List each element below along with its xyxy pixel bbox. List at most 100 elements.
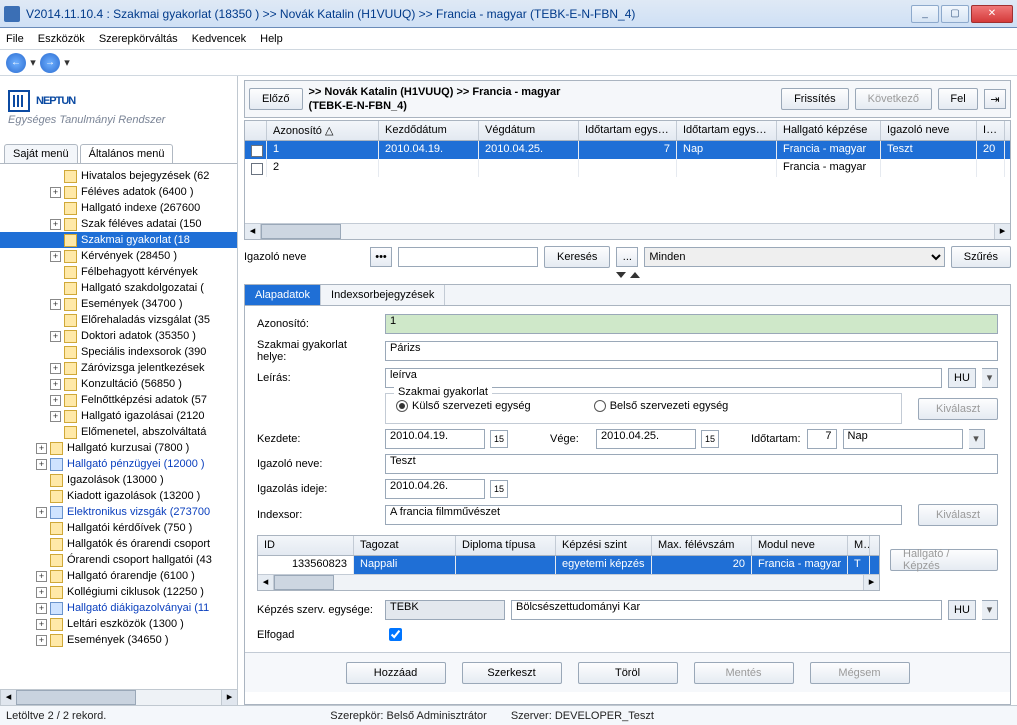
tree-item[interactable]: +Kollégiumi ciklusok (12250 )	[0, 584, 237, 600]
refresh-button[interactable]: Frissítés	[781, 88, 849, 110]
subgrid-scroll-right-icon[interactable]: ▸	[863, 575, 879, 590]
column-header[interactable]: Azonosító △	[267, 121, 379, 140]
radio-kulso[interactable]: Külső szervezeti egység	[396, 400, 531, 412]
field-idotartam[interactable]: 7	[807, 429, 837, 449]
lang-dropdown[interactable]: ▾	[982, 368, 998, 388]
scroll-left-icon[interactable]: ◂	[0, 690, 16, 705]
column-header[interactable]: Diploma típusa	[456, 536, 556, 555]
menu-roleswitch[interactable]: Szerepkörváltás	[99, 33, 178, 45]
nav-back-button[interactable]: ←	[6, 53, 26, 73]
search-more-button[interactable]: ...	[616, 247, 638, 267]
tree-item[interactable]: +Konzultáció (56850 )	[0, 376, 237, 392]
hallgato-kepzes-button[interactable]: Hallgató / Képzés	[890, 549, 998, 571]
field-vege[interactable]: 2010.04.25.	[596, 429, 696, 449]
kivalaszt-button-1[interactable]: Kiválaszt	[918, 398, 998, 420]
search-input[interactable]	[398, 247, 538, 267]
field-idotartam-unit[interactable]: Nap	[843, 429, 963, 449]
column-header[interactable]: ID	[258, 536, 354, 555]
tree-item[interactable]: +Szak féléves adatai (150	[0, 216, 237, 232]
column-header[interactable]: Időtartam egység ...	[579, 121, 677, 140]
table-row[interactable]: 2Francia - magyar	[245, 159, 1010, 177]
cancel-button[interactable]: Mégsem	[810, 662, 910, 684]
tree-item[interactable]: +Események (34700 )	[0, 296, 237, 312]
tree-item[interactable]: Kiadott igazolások (13200 )	[0, 488, 237, 504]
column-header[interactable]: Max. félévszám	[652, 536, 752, 555]
close-button[interactable]: ✕	[971, 5, 1013, 23]
tree-item[interactable]: Hallgatói kérdőívek (750 )	[0, 520, 237, 536]
tree-item[interactable]: Előrehaladás vizsgálat (35	[0, 312, 237, 328]
tree-item[interactable]: +Záróvizsga jelentkezések	[0, 360, 237, 376]
tree-item[interactable]: +Hallgató diákigazolványai (11	[0, 600, 237, 616]
next-button[interactable]: Következő	[855, 88, 932, 110]
tab-alapadatok[interactable]: Alapadatok	[245, 285, 321, 305]
filter-button[interactable]: Szűrés	[951, 246, 1011, 268]
field-igazolasideje[interactable]: 2010.04.26.	[385, 479, 485, 499]
search-button[interactable]: Keresés	[544, 246, 610, 268]
column-header[interactable]	[245, 121, 267, 140]
date-icon-vege[interactable]: 15	[701, 430, 719, 448]
records-grid[interactable]: Azonosító △KezdődátumVégdátumIdőtartam e…	[244, 120, 1011, 240]
tree-item[interactable]: +Hallgató órarendje (6100 )	[0, 568, 237, 584]
idotartam-unit-dropdown[interactable]: ▾	[969, 429, 985, 449]
column-header[interactable]: Kezdődátum	[379, 121, 479, 140]
radio-belso[interactable]: Belső szervezeti egység	[594, 400, 729, 412]
nav-forward-dropdown[interactable]: ▾	[62, 56, 72, 69]
column-header[interactable]: Iga	[977, 121, 1005, 140]
scroll-right-icon[interactable]: ▸	[221, 690, 237, 705]
column-header[interactable]: Hallgató képzése	[777, 121, 881, 140]
lang-dropdown-2[interactable]: ▾	[982, 600, 998, 620]
field-hely[interactable]: Párizs	[385, 341, 998, 361]
tree-item[interactable]: Órarendi csoport hallgatói (43	[0, 552, 237, 568]
pin-button[interactable]: ⇥	[984, 89, 1006, 109]
tab-general-menu[interactable]: Általános menü	[80, 144, 174, 163]
tree-item[interactable]: Hallgató szakdolgozatai (	[0, 280, 237, 296]
menu-tools[interactable]: Eszközök	[38, 33, 85, 45]
tree-item[interactable]: +Elektronikus vizsgák (273700	[0, 504, 237, 520]
tree-item[interactable]: +Leltári eszközök (1300 )	[0, 616, 237, 632]
column-header[interactable]: Végdátum	[479, 121, 579, 140]
tree-item[interactable]: Hivatalos bejegyzések (62	[0, 168, 237, 184]
tree-item[interactable]: +Doktori adatok (35350 )	[0, 328, 237, 344]
nav-forward-button[interactable]: →	[40, 53, 60, 73]
delete-button[interactable]: Töröl	[578, 662, 678, 684]
search-field-picker[interactable]: •••	[370, 247, 392, 267]
tree-hscrollbar[interactable]: ◂ ▸	[0, 689, 237, 705]
maximize-button[interactable]: ▢	[941, 5, 969, 23]
tree-item[interactable]: Speciális indexsorok (390	[0, 344, 237, 360]
subgrid-scroll-left-icon[interactable]: ◂	[258, 575, 274, 590]
split-handle[interactable]	[244, 270, 1011, 280]
field-kezdete[interactable]: 2010.04.19.	[385, 429, 485, 449]
field-leiras[interactable]: leírva	[385, 368, 942, 388]
checkbox-elfogad[interactable]	[389, 628, 402, 641]
column-header[interactable]: M	[848, 536, 870, 555]
tab-own-menu[interactable]: Saját menü	[4, 144, 78, 163]
table-row[interactable]: 12010.04.19.2010.04.25.7NapFrancia - mag…	[245, 141, 1010, 159]
tree-item[interactable]: +Kérvények (28450 )	[0, 248, 237, 264]
grid-scroll-left-icon[interactable]: ◂	[245, 224, 261, 239]
tree-view[interactable]: Hivatalos bejegyzések (62+Féléves adatok…	[0, 163, 237, 689]
field-igazolo[interactable]: Teszt	[385, 454, 998, 474]
table-row[interactable]: 133560823Nappaliegyetemi képzés20Francia…	[258, 556, 879, 574]
date-icon-igazolas[interactable]: 15	[490, 480, 508, 498]
edit-button[interactable]: Szerkeszt	[462, 662, 562, 684]
menu-help[interactable]: Help	[260, 33, 283, 45]
tree-item[interactable]: +Hallgató pénzügyei (12000 )	[0, 456, 237, 472]
grid-scroll-right-icon[interactable]: ▸	[994, 224, 1010, 239]
nav-back-dropdown[interactable]: ▾	[28, 56, 38, 69]
column-header[interactable]: Igazoló neve	[881, 121, 977, 140]
column-header[interactable]: Modul neve	[752, 536, 848, 555]
save-button[interactable]: Mentés	[694, 662, 794, 684]
tree-item[interactable]: Hallgató indexe (267600	[0, 200, 237, 216]
tree-item[interactable]: +Hallgató igazolásai (2120	[0, 408, 237, 424]
tree-item[interactable]: Hallgatók és órarendi csoport	[0, 536, 237, 552]
field-azonosito[interactable]: 1	[385, 314, 998, 334]
kivalaszt-button-2[interactable]: Kiválaszt	[918, 504, 998, 526]
tree-item[interactable]: +Hallgató kurzusai (7800 )	[0, 440, 237, 456]
add-button[interactable]: Hozzáad	[346, 662, 446, 684]
tree-item[interactable]: Előmenetel, abszolváltatá	[0, 424, 237, 440]
scope-select[interactable]: Minden	[644, 247, 944, 267]
column-header[interactable]: Tagozat	[354, 536, 456, 555]
prev-button[interactable]: Előző	[249, 88, 303, 110]
menu-favorites[interactable]: Kedvencek	[192, 33, 246, 45]
tree-item[interactable]: +Féléves adatok (6400 )	[0, 184, 237, 200]
